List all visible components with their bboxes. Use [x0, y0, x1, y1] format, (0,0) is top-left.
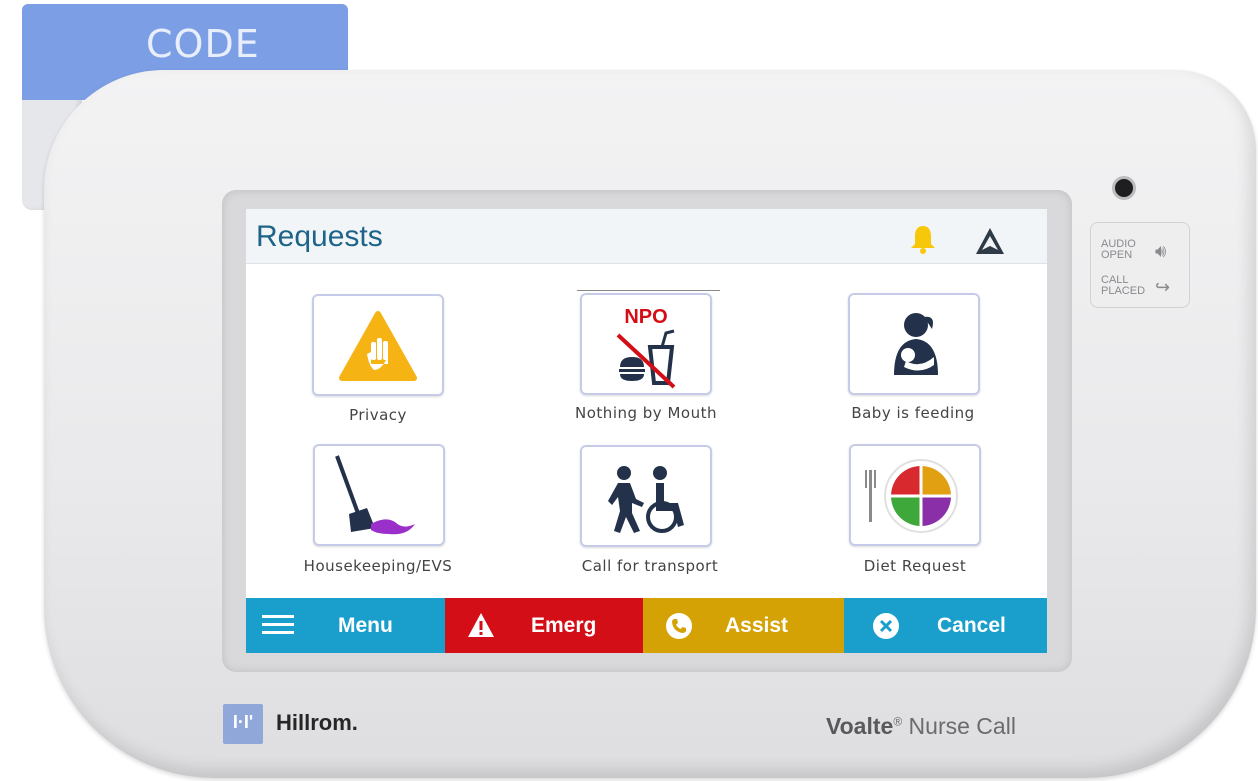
baby-feeding-icon: [894, 313, 938, 375]
assist-button-label: Assist: [725, 614, 789, 637]
broom-icon: [335, 455, 415, 535]
request-label-diet: Diet Request: [863, 557, 967, 575]
divider: [577, 290, 720, 291]
page-title: Requests: [256, 220, 383, 253]
phone-icon: [666, 613, 692, 639]
privacy-hand-icon: [339, 311, 417, 381]
menu-button-label: Menu: [338, 614, 393, 637]
request-tile-privacy[interactable]: [312, 294, 444, 396]
camera-icon: [1112, 176, 1136, 200]
bell-icon[interactable]: [908, 223, 938, 255]
code-tab-label: CODE: [146, 22, 260, 66]
warning-icon: [468, 613, 494, 637]
request-tile-nothing-by-mouth[interactable]: NPO: [580, 293, 712, 395]
product-name: Voalte® Nurse Call: [826, 713, 1016, 739]
speaker-icon: 🔊︎: [1155, 241, 1167, 261]
diet-plate-icon: [865, 459, 958, 533]
close-icon: [873, 613, 899, 639]
call-placed-label: CALL PLACED: [1101, 274, 1146, 297]
request-tile-transport[interactable]: [580, 445, 712, 547]
request-label-privacy: Privacy: [349, 406, 407, 424]
transport-wheelchair-icon: [608, 466, 684, 533]
request-label-baby-feeding: Baby is feeding: [851, 404, 975, 422]
cancel-button[interactable]: Cancel: [844, 598, 1047, 653]
request-label-transport: Call for transport: [581, 557, 719, 575]
call-placed-icon: ↪: [1155, 277, 1171, 297]
request-label-housekeeping: Housekeeping/EVS: [303, 557, 453, 575]
status-indicator-panel: AUDIO OPEN 🔊︎ CALL PLACED ↪: [1090, 222, 1190, 308]
hamburger-menu-icon: [262, 615, 294, 634]
emergency-button[interactable]: Emerg: [445, 598, 643, 653]
touch-screen: Requests Privacy NPO Nothing by Mouth Ba…: [246, 209, 1047, 653]
npo-icon: NPO: [616, 306, 676, 389]
request-label-nothing-by-mouth: Nothing by Mouth: [575, 404, 717, 422]
emergency-button-label: Emerg: [531, 614, 597, 637]
navigation-icon[interactable]: [974, 226, 1006, 256]
cancel-button-label: Cancel: [937, 614, 1006, 637]
brand-name: Hillrom.: [276, 710, 358, 735]
menu-button[interactable]: Menu: [246, 598, 445, 653]
audio-open-label: AUDIO OPEN: [1101, 238, 1136, 261]
request-tile-diet[interactable]: [849, 444, 981, 546]
hillrom-logo: I·I': [223, 704, 263, 744]
request-tile-baby-feeding[interactable]: [848, 293, 980, 395]
request-tile-housekeeping[interactable]: [313, 444, 445, 546]
bottom-action-bar: Menu Emerg Assist Cancel: [246, 598, 1047, 653]
screen-header: Requests: [246, 209, 1047, 264]
assist-button[interactable]: Assist: [643, 598, 844, 653]
svg-text:NPO: NPO: [624, 306, 667, 328]
